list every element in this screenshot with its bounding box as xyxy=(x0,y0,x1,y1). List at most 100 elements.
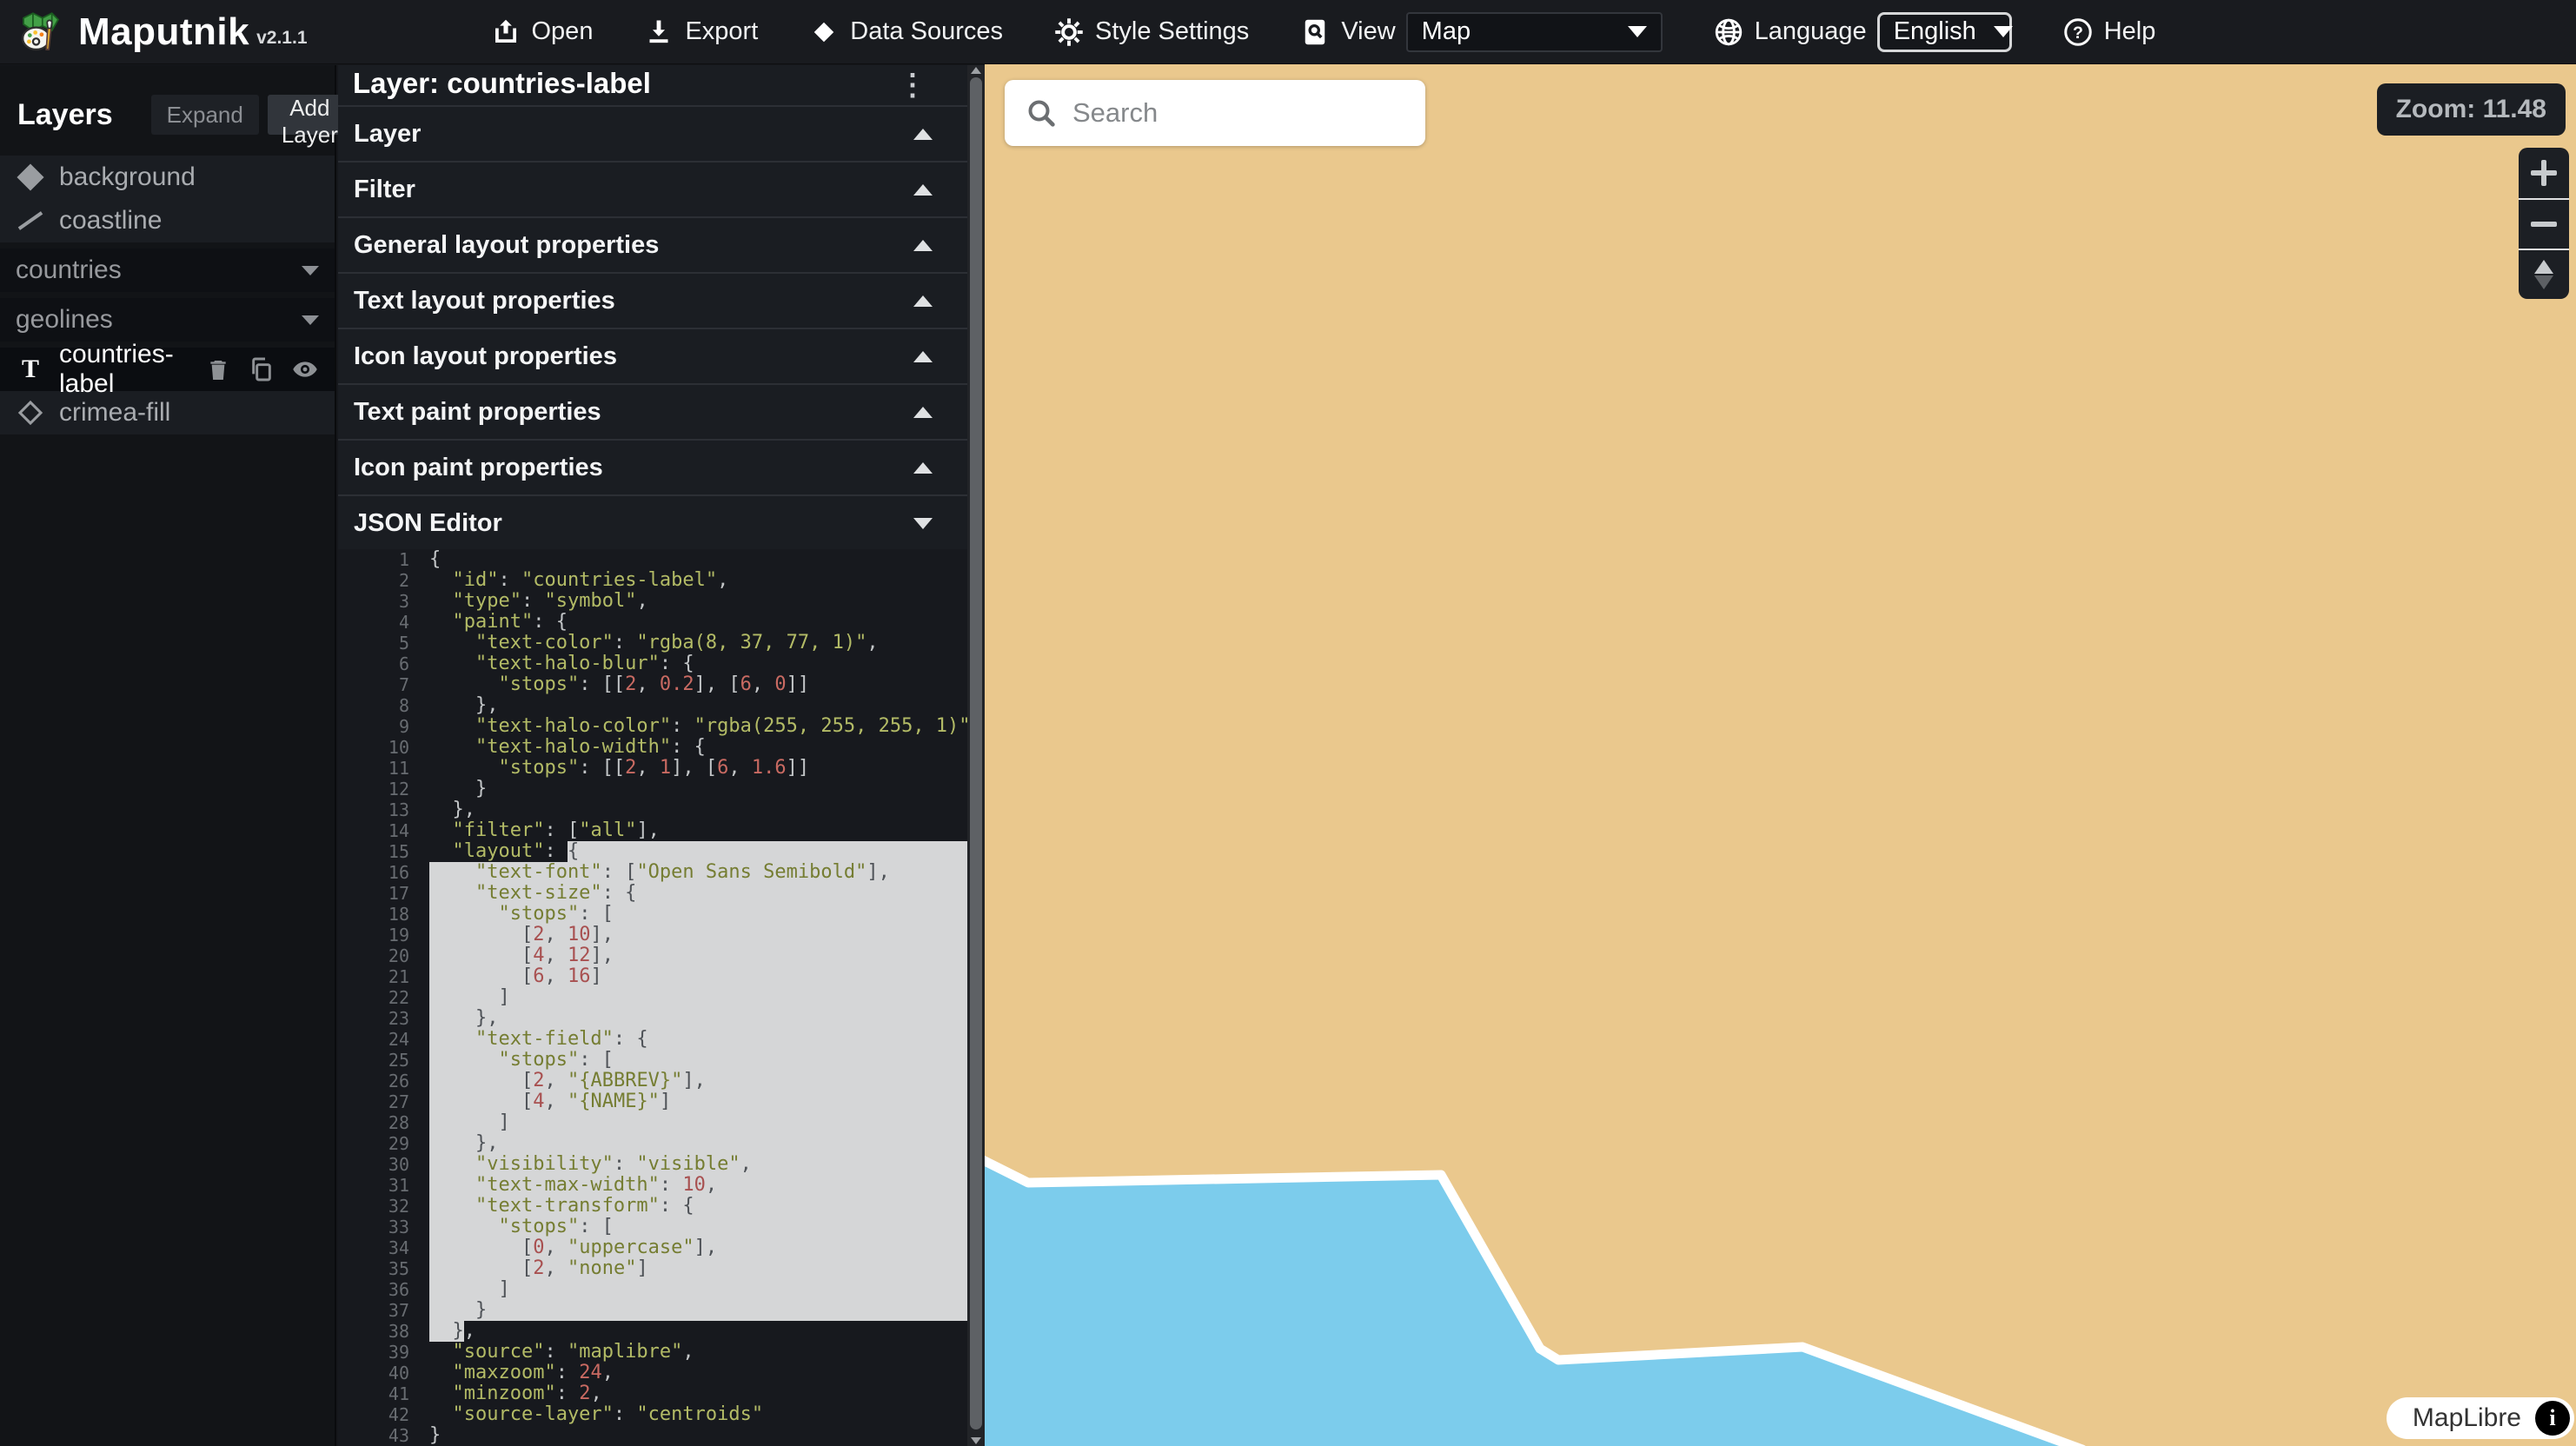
json-line: 40 "maxzoom": 24, xyxy=(338,1363,967,1383)
layers-sidebar: Layers Expand Add Layer backgroundcoastl… xyxy=(0,65,336,1446)
chevron-down-icon xyxy=(1628,26,1647,37)
scrollbar-thumb[interactable] xyxy=(970,77,982,1429)
sidebar-header: Layers Expand Add Layer xyxy=(0,65,335,135)
attribution-label: MapLibre xyxy=(2413,1403,2521,1433)
scrollbar-up-icon[interactable] xyxy=(971,67,981,74)
json-line: 1{ xyxy=(338,549,967,570)
json-line: 3 "type": "symbol", xyxy=(338,591,967,612)
menu-item-style-settings[interactable]: Style Settings xyxy=(1053,17,1249,48)
language-label: Language xyxy=(1755,17,1867,46)
json-line: 16 "text-font": ["Open Sans Semibold"], xyxy=(338,862,967,883)
chevron-down-icon xyxy=(302,315,319,325)
compass-button[interactable] xyxy=(2519,249,2569,299)
layer-item-background[interactable]: background xyxy=(0,156,335,199)
json-line: 12 } xyxy=(338,779,967,799)
expand-button[interactable]: Expand xyxy=(151,95,259,135)
layer-list: backgroundcoastline countries geolines Tcou… xyxy=(0,156,335,434)
expand-icon xyxy=(913,129,933,140)
scrollbar-down-icon[interactable] xyxy=(971,1437,981,1444)
json-line: 30 "visibility": "visible", xyxy=(338,1154,967,1175)
json-line: 2 "id": "countries-label", xyxy=(338,570,967,591)
style-settings-icon xyxy=(1053,17,1085,48)
json-line: 8 }, xyxy=(338,695,967,716)
section-icon-paint-properties[interactable]: Icon paint properties xyxy=(338,439,967,494)
json-line: 25 "stops": [ xyxy=(338,1050,967,1071)
json-line: 26 [2, "{ABBREV}"], xyxy=(338,1071,967,1091)
json-line: 41 "minzoom": 2, xyxy=(338,1383,967,1404)
section-json-editor[interactable]: JSON Editor xyxy=(338,494,967,550)
section-filter[interactable]: Filter xyxy=(338,161,967,216)
map-canvas[interactable]: Zoom: 11.48 MapLibre i xyxy=(985,64,2576,1446)
expand-icon xyxy=(913,295,933,307)
svg-text:?: ? xyxy=(2073,23,2083,42)
zoom-in-button[interactable] xyxy=(2519,148,2569,198)
map-search-box xyxy=(1005,80,1425,146)
json-line: 32 "text-transform": { xyxy=(338,1196,967,1217)
line-icon xyxy=(18,209,43,233)
json-line: 23 }, xyxy=(338,1008,967,1029)
view-label: View xyxy=(1341,17,1395,46)
menu-item-open[interactable]: Open xyxy=(490,17,594,48)
json-editor[interactable]: 1{2 "id": "countries-label",3 "type": "s… xyxy=(338,549,967,1446)
layer-item-countries-label[interactable]: Tcountries-label xyxy=(0,348,335,391)
section-text-paint-properties[interactable]: Text paint properties xyxy=(338,383,967,439)
layer-group-geolines[interactable]: geolines xyxy=(0,298,335,342)
json-line: 20 [4, 12], xyxy=(338,945,967,966)
eye-icon[interactable] xyxy=(291,355,319,383)
view-icon xyxy=(1299,17,1331,48)
info-icon[interactable]: i xyxy=(2535,1401,2570,1436)
duplicate-icon[interactable] xyxy=(248,355,276,383)
expand-icon xyxy=(913,462,933,474)
json-line: 37 } xyxy=(338,1300,967,1321)
help-icon: ? xyxy=(2062,17,2094,48)
text-layer-icon: T xyxy=(22,355,39,384)
main-menu: Open Export Data Sources Style Settings View… xyxy=(490,12,2156,52)
json-line: 10 "text-halo-width": { xyxy=(338,737,967,758)
section-icon-layout-properties[interactable]: Icon layout properties xyxy=(338,328,967,383)
json-line: 14 "filter": ["all"], xyxy=(338,820,967,841)
json-line: 22 ] xyxy=(338,987,967,1008)
json-line: 5 "text-color": "rgba(8, 37, 77, 1)", xyxy=(338,633,967,653)
menu-item-data-sources[interactable]: Data Sources xyxy=(808,17,1003,48)
json-line: 6 "text-halo-blur": { xyxy=(338,653,967,674)
json-line: 35 [2, "none"] xyxy=(338,1258,967,1279)
layers-title: Layers xyxy=(17,98,113,132)
kebab-menu-icon[interactable]: ⋮ xyxy=(898,76,927,94)
layer-item-crimea-fill[interactable]: crimea-fill xyxy=(0,391,335,434)
search-input[interactable] xyxy=(1071,96,1425,129)
layer-group-countries[interactable]: countries xyxy=(0,249,335,292)
menu-item-export[interactable]: Export xyxy=(643,17,758,48)
expand-icon xyxy=(913,351,933,362)
app-logo: Maputnik v2.1.1 xyxy=(0,7,308,57)
json-line: 34 [0, "uppercase"], xyxy=(338,1237,967,1258)
section-general-layout-properties[interactable]: General layout properties xyxy=(338,216,967,272)
expand-icon xyxy=(913,240,933,251)
view-select[interactable]: Map xyxy=(1406,12,1663,52)
panel-title: Layer: countries-label xyxy=(353,67,651,100)
json-line: 39 "source": "maplibre", xyxy=(338,1342,967,1363)
minus-icon xyxy=(2531,222,2557,227)
fill-diamond-icon xyxy=(17,163,43,190)
app-version: v2.1.1 xyxy=(256,28,307,49)
section-layer[interactable]: Layer xyxy=(338,105,967,161)
json-line: 21 [6, 16] xyxy=(338,966,967,987)
maputnik-app: Maputnik v2.1.1 Open Export Data Sources St… xyxy=(0,0,2576,1446)
section-text-layout-properties[interactable]: Text layout properties xyxy=(338,272,967,328)
map-attribution[interactable]: MapLibre i xyxy=(2387,1397,2574,1439)
layer-item-coastline[interactable]: coastline xyxy=(0,199,335,242)
chevron-down-icon xyxy=(302,266,319,275)
language-select[interactable]: English xyxy=(1877,12,2012,52)
menu-item-help[interactable]: ?Help xyxy=(2062,17,2156,48)
json-line: 7 "stops": [[2, 0.2], [6, 0]] xyxy=(338,674,967,695)
json-line: 43} xyxy=(338,1425,967,1446)
view-group: View Map xyxy=(1299,12,1662,52)
json-line: 15 "layout": { xyxy=(338,841,967,862)
zoom-out-button[interactable] xyxy=(2519,198,2569,249)
trash-icon[interactable] xyxy=(204,355,232,383)
json-line: 33 "stops": [ xyxy=(338,1217,967,1237)
json-line: 27 [4, "{NAME}"] xyxy=(338,1091,967,1112)
outline-diamond-icon xyxy=(18,401,43,425)
open-icon xyxy=(490,17,521,48)
collapse-icon xyxy=(913,518,933,529)
data-sources-icon xyxy=(808,17,840,48)
